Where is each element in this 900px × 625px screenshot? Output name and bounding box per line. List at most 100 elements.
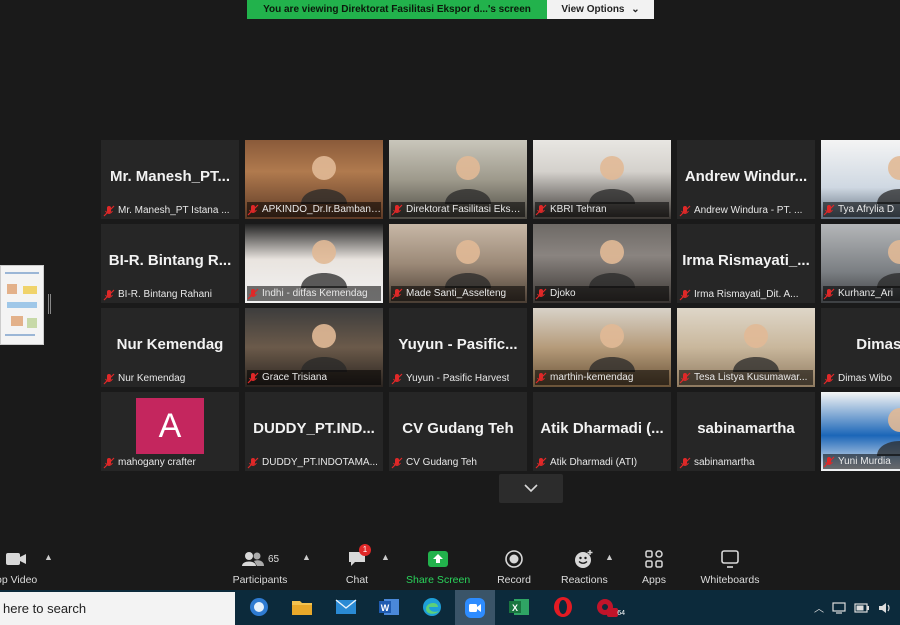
whiteboard-icon xyxy=(721,550,739,568)
windows-taskbar: here to search W X 64 ︿ xyxy=(0,590,900,625)
share-screen-button[interactable]: Share Screen xyxy=(406,548,470,586)
battery-icon[interactable] xyxy=(854,602,870,613)
svg-text:X: X xyxy=(512,603,518,613)
participant-label: Andrew Windura - PT. ... xyxy=(679,203,813,218)
opera-gx-icon-graphic xyxy=(597,599,618,617)
participant-label: Irma Rismayati_Dit. A... xyxy=(679,287,813,302)
muted-mic-icon xyxy=(823,204,835,215)
participant-face xyxy=(865,396,900,456)
participant-display-name: Yuyun - Pasific... xyxy=(398,336,518,353)
edge-chat-app-icon[interactable] xyxy=(246,595,272,619)
participant-tile[interactable]: Indhi - ditfas Kemendag xyxy=(245,224,383,303)
participant-display-name: Atik Dharmadi (... xyxy=(540,420,664,437)
participant-tile[interactable]: CV Gudang Teh CV Gudang Teh xyxy=(389,392,527,471)
participant-label: DUDDY_PT.INDOTAMA... xyxy=(247,455,381,470)
participant-tile[interactable]: Yuni Murdia xyxy=(821,392,900,471)
participant-face xyxy=(289,144,359,204)
participant-label: Djoko xyxy=(535,286,669,301)
share-screen-icon xyxy=(428,551,449,567)
participant-tile[interactable]: marthin-kemendag xyxy=(533,308,671,387)
participant-tile[interactable]: Grace Trisiana xyxy=(245,308,383,387)
apps-button[interactable]: Apps xyxy=(641,548,667,586)
participants-button[interactable]: 65 Participants xyxy=(232,548,288,586)
muted-mic-icon xyxy=(535,372,547,383)
participant-display-name: Dimas Wi xyxy=(856,336,900,353)
zoom-app-icon[interactable] xyxy=(455,590,495,625)
speaker-icon[interactable] xyxy=(878,602,892,614)
video-camera-icon xyxy=(5,553,26,565)
participant-tile[interactable]: Atik Dharmadi (... Atik Dharmadi (ATI) xyxy=(533,392,671,471)
participant-label-text: Tesa Listya Kusumawar... xyxy=(694,372,808,383)
record-icon xyxy=(505,550,523,568)
participant-label: Grace Trisiana xyxy=(247,370,381,385)
muted-mic-icon xyxy=(823,288,835,299)
participant-tile[interactable]: Mr. Manesh_PT... Mr. Manesh_PT Istana ... xyxy=(101,140,239,219)
network-monitor-icon[interactable] xyxy=(832,601,846,614)
participant-tile[interactable]: Tesa Listya Kusumawar... xyxy=(677,308,815,387)
participant-tile[interactable]: Andrew Windur... Andrew Windura - PT. ... xyxy=(677,140,815,219)
participant-tile[interactable]: Irma Rismayati_... Irma Rismayati_Dit. A.… xyxy=(677,224,815,303)
participant-label: Made Santi_Asselteng xyxy=(391,286,525,301)
taskbar-search-box[interactable]: here to search xyxy=(0,592,235,625)
participant-label: Tesa Listya Kusumawar... xyxy=(679,370,813,385)
participant-face xyxy=(577,312,647,372)
zoom-meeting-window: You are viewing Direktorat Fasilitasi Ek… xyxy=(0,0,900,625)
opera-badge: 64 xyxy=(617,610,625,617)
reactions-options-caret[interactable]: ▲ xyxy=(605,552,614,562)
muted-mic-icon xyxy=(247,288,259,299)
muted-mic-icon xyxy=(391,373,403,384)
viewing-screen-text: You are viewing Direktorat Fasilitasi Ek… xyxy=(247,0,547,19)
participant-label: Tya Afrylia D xyxy=(823,202,900,217)
participant-label-text: Mr. Manesh_PT Istana ... xyxy=(118,205,230,216)
participants-options-caret[interactable]: ▲ xyxy=(302,552,311,562)
participant-tile[interactable]: Kurhanz_Ari xyxy=(821,224,900,303)
participant-tile[interactable]: Nur Kemendag Nur Kemendag xyxy=(101,308,239,387)
participant-tile[interactable]: Dimas Wi Dimas Wibo xyxy=(821,308,900,387)
show-more-button[interactable] xyxy=(499,474,563,503)
edge-browser-icon[interactable] xyxy=(419,595,445,619)
meeting-toolbar: op Video ▲ 65 Participants ▲ 1 Chat ▲ Sh… xyxy=(0,540,900,590)
participant-tile[interactable]: KBRI Tehran xyxy=(533,140,671,219)
participant-tile[interactable]: Yuyun - Pasific... Yuyun - Pasific Harves… xyxy=(389,308,527,387)
participant-tile[interactable]: BI-R. Bintang R... BI-R. Bintang Rahani xyxy=(101,224,239,303)
participant-label: Atik Dharmadi (ATI) xyxy=(535,455,669,470)
participant-tile[interactable]: sabinamartha sabinamartha xyxy=(677,392,815,471)
chat-button[interactable]: 1 Chat xyxy=(345,544,371,586)
excel-app-icon[interactable]: X xyxy=(506,595,532,619)
mail-app-icon[interactable] xyxy=(333,595,359,619)
muted-mic-icon xyxy=(391,204,403,215)
participant-label: CV Gudang Teh xyxy=(391,455,525,470)
muted-mic-icon xyxy=(679,205,691,216)
muted-mic-icon xyxy=(391,457,403,468)
chevron-up-icon[interactable]: ︿ xyxy=(814,600,824,615)
participant-tile[interactable]: Djoko xyxy=(533,224,671,303)
participant-tile[interactable]: Tya Afrylia D xyxy=(821,140,900,219)
file-explorer-icon[interactable] xyxy=(289,595,315,619)
participant-label: marthin-kemendag xyxy=(535,370,669,385)
participant-label-text: Nur Kemendag xyxy=(118,373,186,384)
record-button[interactable]: Record xyxy=(497,548,531,586)
word-app-icon[interactable]: W xyxy=(376,595,402,619)
chat-options-caret[interactable]: ▲ xyxy=(381,552,390,562)
participant-tile[interactable]: Made Santi_Asselteng xyxy=(389,224,527,303)
participant-face xyxy=(289,312,359,372)
participant-tile[interactable]: DUDDY_PT.IND... DUDDY_PT.INDOTAMA... xyxy=(245,392,383,471)
view-options-button[interactable]: View Options ⌄ xyxy=(547,0,654,19)
opera-browser-icon[interactable] xyxy=(550,595,576,619)
reactions-label: Reactions xyxy=(561,574,608,586)
participant-tile[interactable]: APKINDO_Dr.Ir.Bambang ... xyxy=(245,140,383,219)
muted-mic-icon xyxy=(247,204,259,215)
participant-label-text: KBRI Tehran xyxy=(550,204,607,215)
opera-gx-icon[interactable]: 64 xyxy=(593,595,625,619)
whiteboards-button[interactable]: Whiteboards xyxy=(699,548,761,586)
reactions-button[interactable]: Reactions xyxy=(561,548,608,586)
participant-tile[interactable]: Direktorat Fasilitasi Ekspo... xyxy=(389,140,527,219)
video-options-caret[interactable]: ▲ xyxy=(44,552,53,562)
shared-screen-thumbnail[interactable] xyxy=(0,265,44,345)
participant-label: Kurhanz_Ari xyxy=(823,286,900,301)
muted-mic-icon xyxy=(391,288,403,299)
participant-label: sabinamartha xyxy=(679,455,813,470)
stop-video-button[interactable]: op Video xyxy=(0,548,37,586)
splitter-handle[interactable] xyxy=(48,294,51,314)
participant-tile[interactable]: Amahogany crafter xyxy=(101,392,239,471)
